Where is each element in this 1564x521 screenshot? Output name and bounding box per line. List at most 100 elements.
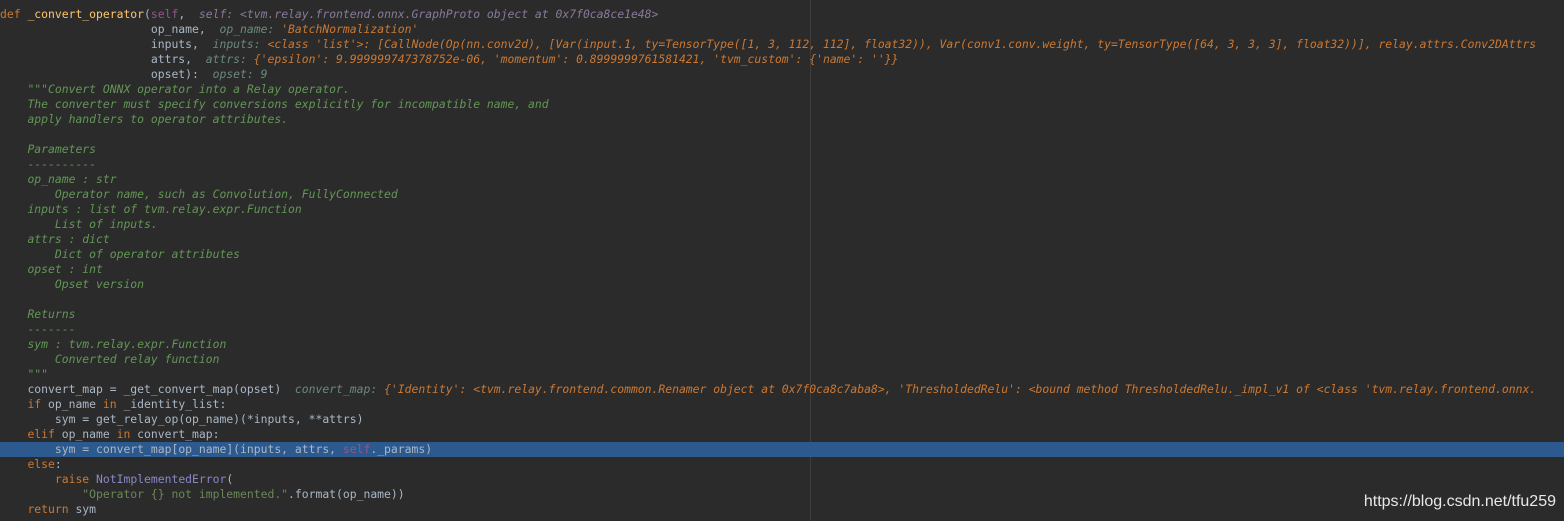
docstring-line[interactable]: opset : int xyxy=(0,262,1564,277)
code-line-param-inputs[interactable]: inputs, inputs: <class 'list'>: [CallNod… xyxy=(0,37,1564,52)
docstring-text: sym : tvm.relay.expr.Function xyxy=(27,337,227,351)
docstring-text: Converted relay function xyxy=(27,352,220,366)
docstring-text: ---------- xyxy=(27,157,97,171)
inline-debug-hint-label: inputs: xyxy=(212,37,268,51)
code-editor[interactable]: def _convert_operator(self, self: <tvm.r… xyxy=(0,7,1564,517)
docstring-text: opset : int xyxy=(27,262,103,276)
docstring-text: Operator name, such as Convolution, Full… xyxy=(27,187,398,201)
inline-debug-hint-value: 9 xyxy=(260,67,268,81)
paren: ( xyxy=(226,472,234,486)
inline-debug-hint-value: {'epsilon': 9.999999747378752e-06, 'mome… xyxy=(253,52,899,66)
code-text: sym xyxy=(68,502,97,516)
inline-debug-hint-self: self: <tvm.relay.frontend.onnx.GraphProt… xyxy=(198,7,659,21)
docstring-line[interactable]: apply handlers to operator attributes. xyxy=(0,112,1564,127)
current-execution-line[interactable]: sym = convert_map[op_name](inputs, attrs… xyxy=(0,442,1564,457)
docstring-line[interactable]: inputs : list of tvm.relay.expr.Function xyxy=(0,202,1564,217)
code-text: convert_map = _get_convert_map(opset) xyxy=(27,382,282,396)
raise-keyword: raise xyxy=(54,472,90,486)
code-line-param-attrs[interactable]: attrs, attrs: {'epsilon': 9.999999747378… xyxy=(0,52,1564,67)
if-keyword: if xyxy=(27,397,42,411)
in-keyword: in xyxy=(116,427,131,441)
close-paren: ): xyxy=(185,67,199,81)
comma: , xyxy=(178,7,199,21)
self-param: self xyxy=(150,7,179,21)
code-text: sym = convert_map[op_name](inputs, attrs… xyxy=(54,442,343,456)
docstring-line[interactable]: The converter must specify conversions e… xyxy=(0,97,1564,112)
inline-debug-hint-value: 'BatchNormalization' xyxy=(281,22,419,36)
docstring-line[interactable] xyxy=(0,127,1564,142)
docstring-line[interactable]: sym : tvm.relay.expr.Function xyxy=(0,337,1564,352)
docstring-text: attrs : dict xyxy=(27,232,110,246)
code-text: _identity_list: xyxy=(116,397,227,411)
param-inputs: inputs xyxy=(150,37,193,51)
docstring-text: Opset version xyxy=(27,277,145,291)
inline-debug-hint-value: <class 'list'>: [CallNode(Op(nn.conv2d),… xyxy=(267,37,1537,51)
code-text: ._params) xyxy=(370,442,433,456)
docstring-text: The converter must specify conversions e… xyxy=(27,97,549,111)
docstring-text: Returns xyxy=(27,307,76,321)
code-line-return[interactable]: return sym xyxy=(0,502,1564,517)
code-line-convert-map[interactable]: convert_map = _get_convert_map(opset) co… xyxy=(0,382,1564,397)
return-keyword: return xyxy=(27,502,69,516)
docstring-text: ------- xyxy=(27,322,76,336)
code-line-elif[interactable]: elif op_name in convert_map: xyxy=(0,427,1564,442)
docstring-line[interactable]: ---------- xyxy=(0,157,1564,172)
docstring-line[interactable]: """Convert ONNX operator into a Relay op… xyxy=(0,82,1564,97)
else-keyword: else xyxy=(27,457,55,471)
inline-debug-hint-label: opset: xyxy=(212,67,261,81)
param-attrs: attrs xyxy=(150,52,186,66)
docstring-line[interactable] xyxy=(0,292,1564,307)
code-line-string[interactable]: "Operator {} not implemented.".format(op… xyxy=(0,487,1564,502)
docstring-text: """ xyxy=(27,367,49,381)
docstring-line[interactable]: ------- xyxy=(0,322,1564,337)
param-opset: opset xyxy=(150,67,186,81)
elif-keyword: elif xyxy=(27,427,55,441)
in-keyword: in xyxy=(102,397,117,411)
watermark: https://blog.csdn.net/tfu259 xyxy=(1363,493,1556,510)
docstring-line[interactable]: List of inputs. xyxy=(0,217,1564,232)
docstring-text: """Convert ONNX operator into a Relay op… xyxy=(27,82,350,96)
param-op-name: op_name xyxy=(150,22,199,36)
code-line-sym-get-relay-op[interactable]: sym = get_relay_op(op_name)(*inputs, **a… xyxy=(0,412,1564,427)
docstring-line[interactable]: op_name : str xyxy=(0,172,1564,187)
code-text: .format(op_name)) xyxy=(288,487,405,501)
string-literal: "Operator {} not implemented." xyxy=(82,487,289,501)
paren: ( xyxy=(144,7,151,21)
docstring-line[interactable]: Operator name, such as Convolution, Full… xyxy=(0,187,1564,202)
def-keyword: def xyxy=(0,7,28,21)
inline-debug-hint-label: convert_map: xyxy=(294,382,385,396)
code-text: : xyxy=(54,457,62,471)
code-text: convert_map: xyxy=(130,427,220,441)
docstring-text: Dict of operator attributes xyxy=(27,247,241,261)
inline-debug-hint-label: op_name: xyxy=(219,22,282,36)
docstring-line[interactable]: """ xyxy=(0,367,1564,382)
inline-debug-hint-value: {'Identity': <tvm.relay.frontend.common.… xyxy=(384,382,1537,396)
code-line-param-opset[interactable]: opset): opset: 9 xyxy=(0,67,1564,82)
docstring-line[interactable]: Returns xyxy=(0,307,1564,322)
docstring-line[interactable]: Opset version xyxy=(0,277,1564,292)
docstring-text: List of inputs. xyxy=(27,217,158,231)
comma: , xyxy=(192,37,213,51)
docstring-line[interactable]: Converted relay function xyxy=(0,352,1564,367)
function-name: _convert_operator xyxy=(27,7,145,21)
docstring-text: apply handlers to operator attributes. xyxy=(27,112,289,126)
code-line-if[interactable]: if op_name in _identity_list: xyxy=(0,397,1564,412)
docstring-line[interactable]: Dict of operator attributes xyxy=(0,247,1564,262)
exception-class: NotImplementedError xyxy=(96,472,227,486)
code-line-param-op-name[interactable]: op_name, op_name: 'BatchNormalization' xyxy=(0,22,1564,37)
code-line-raise[interactable]: raise NotImplementedError( xyxy=(0,472,1564,487)
code-text: op_name xyxy=(54,427,117,441)
inline-debug-hint-label: attrs: xyxy=(205,52,254,66)
docstring-text: op_name : str xyxy=(27,172,117,186)
code-text: op_name xyxy=(41,397,103,411)
docstring-line[interactable]: attrs : dict xyxy=(0,232,1564,247)
code-text: sym = get_relay_op(op_name)(*inputs, **a… xyxy=(54,412,364,426)
comma: , xyxy=(198,22,220,36)
self-keyword: self xyxy=(342,442,371,456)
docstring-text: Parameters xyxy=(27,142,97,156)
code-line-def[interactable]: def _convert_operator(self, self: <tvm.r… xyxy=(0,7,1564,22)
docstring-line[interactable]: Parameters xyxy=(0,142,1564,157)
code-line-else[interactable]: else: xyxy=(0,457,1564,472)
comma: , xyxy=(185,52,206,66)
